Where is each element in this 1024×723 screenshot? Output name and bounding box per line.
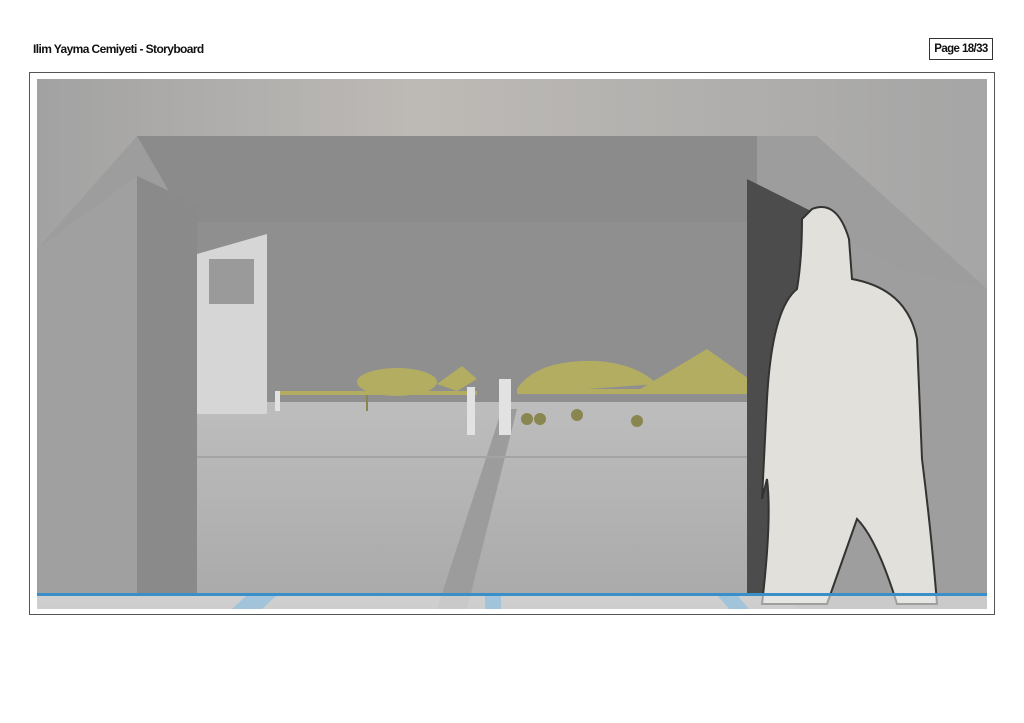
roof-underside bbox=[137, 136, 757, 222]
page-number: Page 18/33 bbox=[929, 38, 993, 60]
storyboard-panel-image bbox=[37, 79, 987, 609]
document-title: Ilim Yayma Cemiyeti - Storyboard bbox=[33, 42, 204, 56]
